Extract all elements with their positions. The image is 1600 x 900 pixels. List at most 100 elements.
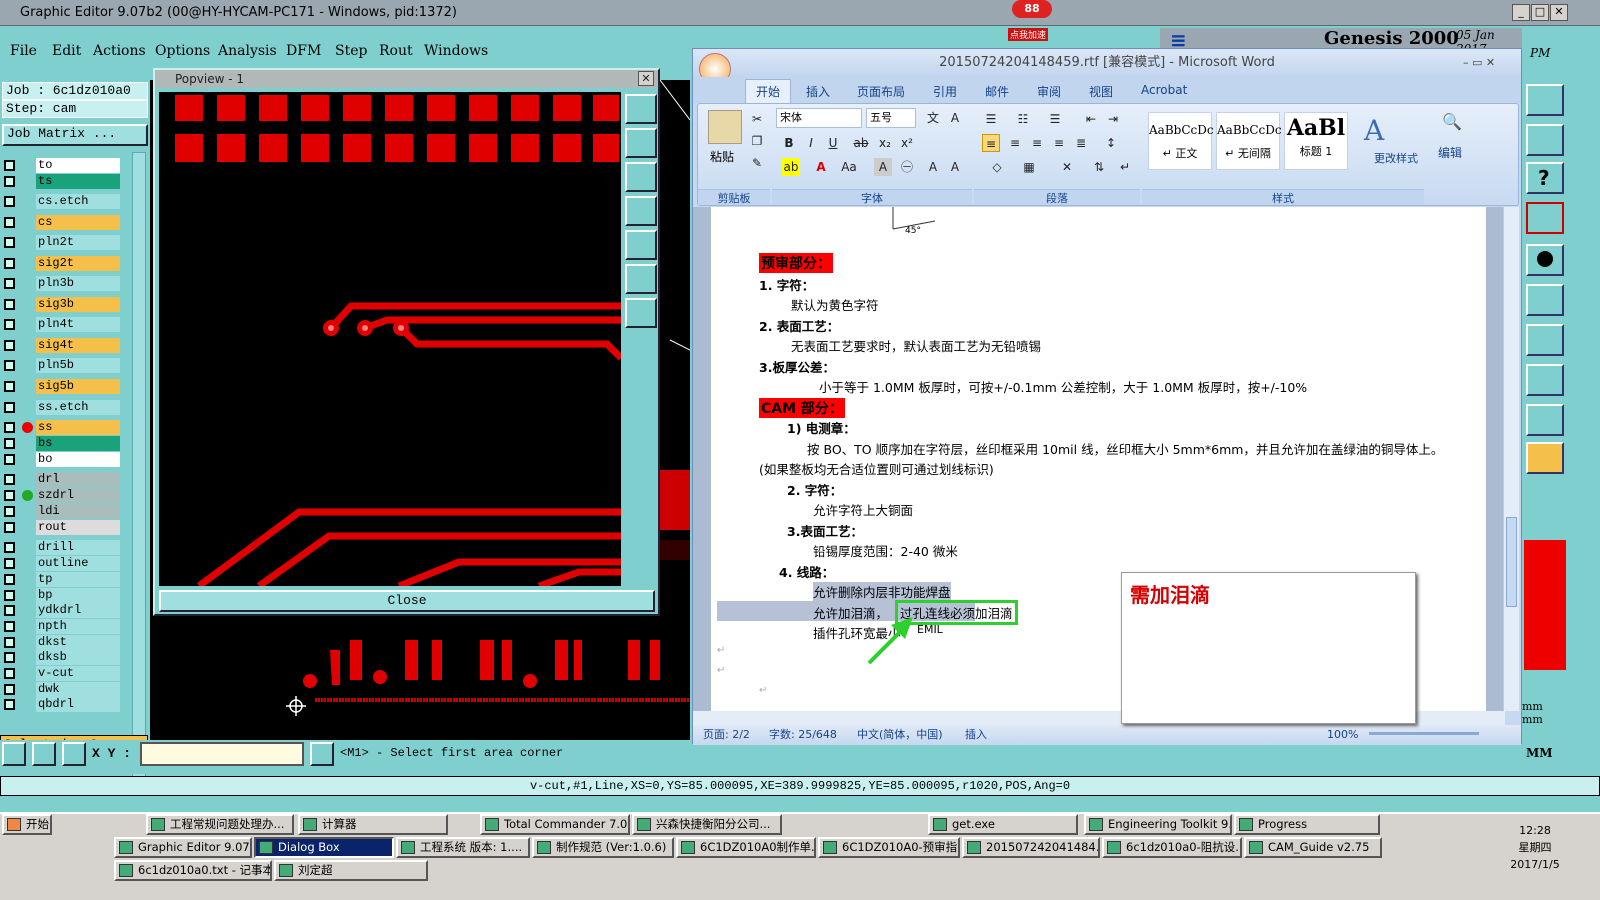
layer-item-drill[interactable]: drill	[4, 540, 120, 555]
layer-checkbox[interactable]	[4, 160, 15, 171]
tool-info-icon[interactable]	[310, 742, 334, 766]
layer-item-dkst[interactable]: dkst	[4, 635, 120, 650]
strikethrough-icon[interactable]: ab	[852, 134, 870, 152]
layer-checkbox[interactable]	[4, 176, 15, 187]
layer-item-sig2t[interactable]: sig2t	[4, 256, 120, 271]
taskbar-item[interactable]: 6c1dz010a0-阻抗设...	[1102, 837, 1242, 858]
layer-item-qbdrl[interactable]: qbdrl	[4, 697, 120, 712]
layer-checkbox[interactable]	[4, 542, 15, 553]
tab-view[interactable]: 视图	[1089, 83, 1113, 100]
taskbar-item[interactable]: 兴森快捷衡阳分公司...	[632, 814, 782, 835]
xy-input[interactable]	[140, 742, 304, 766]
edit-label[interactable]: 编辑	[1438, 144, 1462, 161]
taskbar-item[interactable]: 工程常规问题处理办...	[146, 814, 294, 835]
multilevel-icon[interactable]: ☰	[1046, 110, 1064, 128]
char-shading-icon[interactable]: A	[874, 158, 892, 176]
layer-checkbox[interactable]	[4, 438, 15, 449]
tab-page-layout[interactable]: 页面布局	[857, 83, 905, 100]
zoom-slider[interactable]	[1369, 732, 1479, 735]
measure-icon[interactable]	[1526, 324, 1564, 356]
bullets-icon[interactable]: ☰	[982, 110, 1000, 128]
align-left-icon[interactable]: ≡	[982, 134, 1000, 152]
layer-item-drl[interactable]: drl	[4, 472, 120, 487]
highlight-icon[interactable]: ab	[782, 158, 800, 176]
layer-checkbox[interactable]	[4, 319, 15, 330]
enclose-char-icon[interactable]: ㊀	[898, 158, 916, 176]
word-window-controls[interactable]: – ▭ ✕	[1463, 49, 1495, 77]
taskbar-item[interactable]: get.exe	[928, 814, 1078, 835]
taskbar-item[interactable]: 6c1dz010a0.txt - 记事本	[114, 860, 272, 881]
font-color-icon[interactable]: A	[812, 158, 830, 176]
layer-item-v-cut[interactable]: v-cut	[4, 666, 120, 681]
tab-review[interactable]: 审阅	[1037, 83, 1061, 100]
layer-checkbox[interactable]	[4, 522, 15, 533]
tool-grid-icon[interactable]	[62, 742, 86, 766]
zoom-window-icon[interactable]	[1526, 84, 1564, 116]
circle-icon[interactable]	[1526, 244, 1564, 276]
pop-right-icon[interactable]	[625, 230, 657, 260]
snap-icon[interactable]	[1526, 124, 1564, 156]
taskbar-item[interactable]: 制作规范 (Ver:1.0.6)	[532, 837, 674, 858]
tab-references[interactable]: 引用	[933, 83, 957, 100]
popview-title-bar[interactable]: Popview - 1 ✕	[155, 70, 658, 88]
phonetic-icon[interactable]: 文	[924, 109, 942, 127]
layer-item-sig4t[interactable]: sig4t	[4, 338, 120, 353]
status-language[interactable]: 中文(简体，中国)	[857, 725, 943, 745]
layer-item-ldi[interactable]: ldi	[4, 504, 120, 519]
layer-checkbox[interactable]	[4, 454, 15, 465]
style-normal[interactable]: AaBbCcDc ↵ 正文	[1148, 112, 1214, 170]
status-insert-mode[interactable]: 插入	[965, 725, 987, 745]
cut-icon[interactable]: ✂	[748, 110, 766, 128]
layer-checkbox[interactable]	[4, 340, 15, 351]
layer-item-sig3b[interactable]: sig3b	[4, 297, 120, 312]
align-center-icon[interactable]: ≡	[1006, 134, 1024, 152]
numbering-icon[interactable]: ☷	[1014, 110, 1032, 128]
chinese-layout-icon[interactable]: ✕	[1058, 158, 1076, 176]
change-styles-icon[interactable]: A	[1364, 114, 1384, 147]
layer-item-rout[interactable]: rout	[4, 520, 120, 535]
layer-item-cs.etch[interactable]: cs.etch	[4, 194, 120, 209]
taskbar-item[interactable]: Engineering Toolkit 9.0...	[1084, 814, 1232, 835]
close-icon[interactable]: ✕	[1550, 4, 1568, 21]
layer-checkbox[interactable]	[4, 506, 15, 517]
layer-item-pln2t[interactable]: pln2t	[4, 235, 120, 250]
menu-dfm[interactable]: DFM	[286, 43, 321, 59]
shapes-icon[interactable]	[1526, 364, 1564, 396]
layer-item-bp[interactable]: bp	[4, 588, 120, 603]
status-words[interactable]: 字数: 25/648	[769, 725, 837, 745]
job-matrix-button[interactable]: Job Matrix ...	[2, 124, 148, 146]
status-page[interactable]: 页面: 2/2	[703, 725, 750, 745]
style-heading1[interactable]: AaBl 标题 1	[1284, 112, 1348, 170]
genesis-title-bar[interactable]: Graphic Editor 9.07b2 (00@HY-HYCAM-PC171…	[0, 0, 1600, 26]
layer-checkbox[interactable]	[4, 684, 15, 695]
layer-checkbox[interactable]	[4, 278, 15, 289]
show-marks-icon[interactable]: ↵	[1116, 158, 1134, 176]
layer-checkbox[interactable]	[4, 196, 15, 207]
taskbar-item[interactable]: 201507242041484...	[962, 837, 1100, 858]
popview-close-icon[interactable]: ✕	[638, 71, 654, 86]
menu-edit[interactable]: Edit	[52, 43, 81, 59]
font-name-select[interactable]: 宋体	[776, 108, 862, 128]
layer-item-bo[interactable]: bo	[4, 452, 120, 467]
justify-icon[interactable]: ≡	[1050, 134, 1068, 152]
layer-item-cs[interactable]: cs	[4, 215, 120, 230]
layer-checkbox[interactable]	[4, 605, 15, 616]
word-title-bar[interactable]: 20150724204148459.rtf [兼容模式] - Microsoft…	[693, 49, 1521, 85]
taskbar-item[interactable]: Graphic Editor 9.07b...	[114, 837, 252, 858]
tab-mailings[interactable]: 邮件	[985, 83, 1009, 100]
shrink-font-icon[interactable]: A	[946, 158, 964, 176]
layer-item-sig5b[interactable]: sig5b	[4, 379, 120, 394]
warning-icon[interactable]	[1526, 404, 1564, 436]
layer-checkbox[interactable]	[4, 699, 15, 710]
char-border-icon[interactable]: A	[946, 109, 964, 127]
style-no-spacing[interactable]: AaBbCcDc ↵ 无间隔	[1216, 112, 1282, 170]
maximize-button[interactable]: □	[1531, 4, 1549, 21]
layer-checkbox[interactable]	[4, 668, 15, 679]
align-right-icon[interactable]: ≡	[1028, 134, 1046, 152]
decrease-indent-icon[interactable]: ⇤	[1082, 110, 1100, 128]
shading-icon[interactable]: ◇	[988, 158, 1006, 176]
help-icon[interactable]: ?	[1526, 162, 1564, 194]
layer-checkbox[interactable]	[4, 299, 15, 310]
pop-fit-icon[interactable]	[625, 264, 657, 294]
superscript-icon[interactable]: x²	[898, 134, 916, 152]
